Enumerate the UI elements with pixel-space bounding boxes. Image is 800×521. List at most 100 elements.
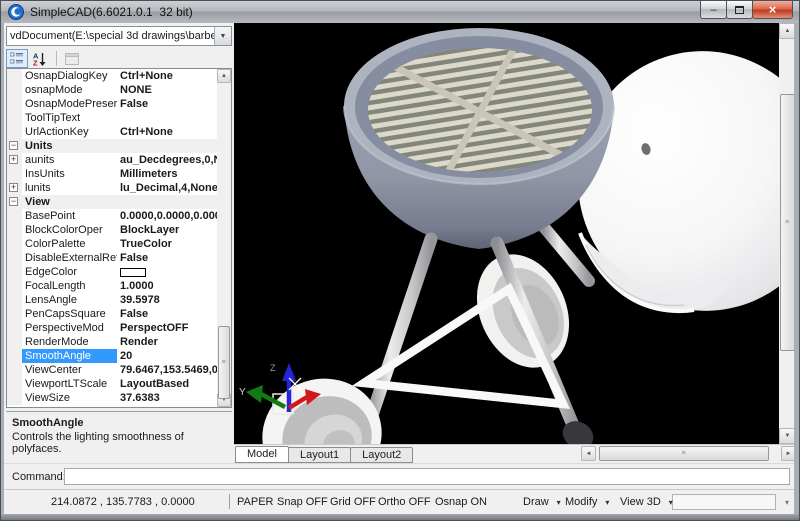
property-pages-icon[interactable] — [61, 49, 83, 68]
property-name: SmoothAngle — [22, 349, 117, 363]
scroll-up-icon[interactable]: ▲ — [217, 69, 231, 83]
close-icon: × — [769, 2, 777, 17]
expand-icon[interactable]: + — [9, 183, 18, 192]
property-row-colorpalette[interactable]: ColorPaletteTrueColor — [7, 237, 217, 251]
status-divider — [229, 494, 230, 509]
scrollbar-thumb[interactable]: ≡ — [599, 446, 769, 461]
property-row-blockcoloroper[interactable]: BlockColorOperBlockLayer — [7, 223, 217, 237]
property-row-smoothangle[interactable]: SmoothAngle20 — [7, 349, 217, 363]
simplecad-logo-icon — [8, 4, 24, 20]
property-row-insunits[interactable]: InsUnitsMillimeters — [7, 167, 217, 181]
description-title: SmoothAngle — [12, 417, 226, 429]
collapse-icon[interactable]: − — [9, 197, 18, 206]
tab-layout1[interactable]: Layout1 — [288, 447, 351, 463]
property-row-rendermode[interactable]: RenderModeRender — [7, 335, 217, 349]
property-name: EdgeColor — [22, 265, 117, 279]
viewport-horizontal-scrollbar[interactable]: ◄ ► ≡ — [581, 446, 796, 463]
maximize-icon — [735, 6, 744, 14]
property-row-viewsize[interactable]: ViewSize37.6383 — [7, 391, 217, 405]
row-margin — [7, 125, 22, 139]
property-row-osnapdialogkey[interactable]: OsnapDialogKeyCtrl+None — [7, 69, 217, 83]
titlebar[interactable]: SimpleCAD(6.6021.0.1 32 bit) – × — [1, 1, 799, 23]
status-menu-draw[interactable]: Draw ▾ — [523, 496, 561, 508]
tab-layout2[interactable]: Layout2 — [350, 447, 413, 463]
property-name: OsnapDialogKey — [22, 69, 117, 83]
close-button[interactable]: × — [752, 1, 793, 19]
status-menu-modify[interactable]: Modify▾ — [565, 496, 609, 508]
property-name: BlockColorOper — [22, 223, 117, 237]
chevron-down-icon[interactable]: ▼ — [214, 27, 231, 45]
property-row-tooltiptext[interactable]: ToolTipText — [7, 111, 217, 125]
property-grid-toolbar: A Z — [6, 49, 84, 68]
property-row-urlactionkey[interactable]: UrlActionKeyCtrl+None — [7, 125, 217, 139]
row-margin — [7, 377, 22, 391]
property-row-basepoint[interactable]: BasePoint0.0000,0.0000,0.0000 — [7, 209, 217, 223]
property-name: ViewportLTScale — [22, 377, 117, 391]
property-name: osnapMode — [22, 83, 117, 97]
row-margin — [7, 321, 22, 335]
chevron-down-icon: ▾ — [557, 498, 561, 507]
description-text: Controls the lighting smoothness of poly… — [12, 431, 226, 455]
scrollbar-thumb[interactable]: ≡ — [218, 326, 230, 399]
property-value: Ctrl+None — [117, 125, 217, 139]
window-controls: – × — [701, 1, 793, 19]
color-swatch[interactable] — [120, 268, 146, 277]
property-row-pencapssquare[interactable]: PenCapsSquareFalse — [7, 307, 217, 321]
property-name: ViewSize — [22, 391, 117, 405]
status-toggle-paper[interactable]: PAPER — [237, 496, 273, 508]
property-row-aunits[interactable]: +aunitsau_Decdegrees,0,None — [7, 153, 217, 167]
menu-label: Draw — [523, 496, 549, 508]
property-value: 37.6383 — [117, 391, 217, 405]
property-value: NONE — [117, 83, 217, 97]
property-value: BlockLayer — [117, 223, 217, 237]
status-menu-view-3d[interactable]: View 3D▾ — [620, 496, 673, 508]
viewport-3d[interactable]: Y Z — [234, 23, 779, 444]
property-name: View — [22, 195, 50, 209]
property-value: PerspectOFF — [117, 321, 217, 335]
property-name: InsUnits — [22, 167, 117, 181]
document-combobox[interactable]: vdDocument(E:\special 3d drawings\barbec… — [6, 26, 232, 46]
property-row-units[interactable]: −Units — [7, 139, 217, 153]
property-value: 39.5978 — [117, 293, 217, 307]
collapse-icon[interactable]: − — [9, 141, 18, 150]
property-row-disableexternalrefer[interactable]: DisableExternalReferFalse — [7, 251, 217, 265]
property-row-lensangle[interactable]: LensAngle39.5978 — [7, 293, 217, 307]
property-row-edgecolor[interactable]: EdgeColor — [7, 265, 217, 279]
property-row-viewportltscale[interactable]: ViewportLTScaleLayoutBased — [7, 377, 217, 391]
property-value: Render — [117, 335, 217, 349]
app-window: SimpleCAD(6.6021.0.1 32 bit) – × vdDocum… — [0, 0, 800, 521]
row-margin — [7, 223, 22, 237]
tab-model[interactable]: Model — [235, 446, 289, 463]
property-row-focallength[interactable]: FocalLength1.0000 — [7, 279, 217, 293]
property-name: lunits — [22, 181, 117, 195]
property-name: PenCapsSquare — [22, 307, 117, 321]
minimize-button[interactable]: – — [700, 1, 727, 19]
property-row-lunits[interactable]: +lunitslu_Decimal,4,None — [7, 181, 217, 195]
command-input[interactable] — [64, 468, 790, 485]
property-row-view[interactable]: −View — [7, 195, 217, 209]
property-row-viewcenter[interactable]: ViewCenter79.6467,153.5469,0.0000 — [7, 363, 217, 377]
row-margin — [7, 391, 22, 405]
expand-icon[interactable]: + — [9, 155, 18, 164]
property-grid-scrollbar[interactable]: ▲ ▼ ≡ — [217, 69, 231, 407]
row-margin: − — [7, 195, 22, 209]
property-value: False — [117, 307, 217, 321]
status-toggle-snap-off[interactable]: Snap OFF — [277, 496, 328, 508]
scroll-left-icon[interactable]: ◄ — [581, 446, 596, 461]
property-value: 1.0000 — [117, 279, 217, 293]
property-row-perspectivemod[interactable]: PerspectiveModPerspectOFF — [7, 321, 217, 335]
property-name: OsnapModePreserve — [22, 97, 117, 111]
property-value: TrueColor — [117, 237, 217, 251]
property-name: RenderMode — [22, 335, 117, 349]
categorized-icon[interactable] — [6, 49, 28, 68]
row-margin — [7, 69, 22, 83]
status-toggle-ortho-off[interactable]: Ortho OFF — [378, 496, 431, 508]
scrollbar-thumb[interactable]: ≡ — [780, 94, 795, 351]
property-row-osnapmode[interactable]: osnapModeNONE — [7, 83, 217, 97]
alphabetical-sort-icon[interactable]: A Z — [29, 49, 51, 68]
coordinates-readout: 214.0872 , 135.7783 , 0.0000 — [51, 496, 195, 508]
status-toggle-osnap-on[interactable]: Osnap ON — [435, 496, 487, 508]
maximize-button[interactable] — [726, 1, 753, 19]
status-toggle-grid-off[interactable]: Grid OFF — [330, 496, 376, 508]
property-row-osnapmodepreserve[interactable]: OsnapModePreserveFalse — [7, 97, 217, 111]
